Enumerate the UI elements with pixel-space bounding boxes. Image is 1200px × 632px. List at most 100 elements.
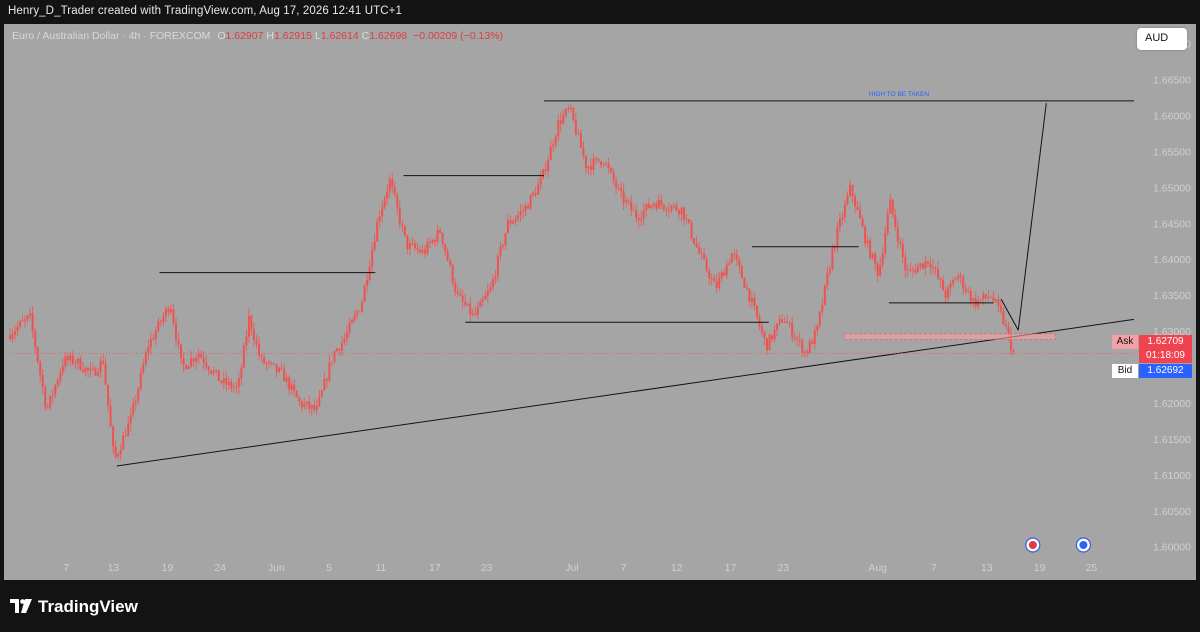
candle-body xyxy=(765,338,768,351)
candle-body xyxy=(894,214,897,228)
candle-body xyxy=(114,446,117,457)
candle-body xyxy=(979,299,982,301)
ask-tag: Ask 1.62709 xyxy=(1112,335,1192,349)
candle-body xyxy=(157,320,160,331)
candle-body xyxy=(343,338,346,343)
y-tick-label: 1.61500 xyxy=(1153,434,1191,446)
candle-body xyxy=(640,218,643,221)
candle-body xyxy=(645,203,648,211)
candle-body xyxy=(84,367,87,373)
candle-body xyxy=(491,279,494,288)
candle-body xyxy=(728,263,731,265)
candle-body xyxy=(192,358,195,362)
y-tick-label: 1.60500 xyxy=(1153,506,1191,518)
x-tick-label: 7 xyxy=(931,562,937,574)
projection-line xyxy=(1017,102,1047,331)
candle-body xyxy=(997,299,1000,306)
candle-body xyxy=(137,388,140,402)
candle-body xyxy=(758,317,761,327)
candle-body xyxy=(431,240,434,243)
candle-body xyxy=(265,363,268,365)
candle-body xyxy=(348,323,351,333)
candle-body xyxy=(247,315,250,337)
candle-body xyxy=(974,298,977,307)
candle-body xyxy=(896,227,899,242)
close-value: 1.62698 xyxy=(369,30,408,42)
candle-body xyxy=(469,303,472,315)
candle-body xyxy=(378,216,381,222)
candle-body xyxy=(919,263,922,267)
candle-body xyxy=(650,205,653,209)
candle-body xyxy=(235,386,238,388)
candle-body xyxy=(554,136,557,145)
footer-bar: TradingView xyxy=(0,580,1200,632)
candle-body xyxy=(333,351,336,362)
candle-body xyxy=(620,187,623,191)
candle-body xyxy=(36,347,39,362)
candle-body xyxy=(361,301,364,312)
candle-body xyxy=(884,233,887,254)
symbol-title: Euro / Australian Dollar · 4h · FOREXCOM xyxy=(12,30,211,42)
candle-body xyxy=(622,190,625,203)
x-tick-label: 11 xyxy=(375,562,386,574)
candle-body xyxy=(667,209,670,211)
candle-body xyxy=(461,295,464,302)
candle-body xyxy=(471,313,474,315)
candle-body xyxy=(916,266,919,273)
candle-body xyxy=(808,341,811,353)
candle-body xyxy=(288,377,291,390)
candle-body xyxy=(356,311,359,316)
candle-body xyxy=(39,361,42,375)
tradingview-logo[interactable]: TradingView xyxy=(10,597,138,617)
candle-body xyxy=(76,358,79,363)
candle-body xyxy=(700,253,703,254)
candle-body xyxy=(91,368,94,370)
x-tick-label: 23 xyxy=(777,562,789,574)
candle-body xyxy=(771,334,774,340)
candle-body xyxy=(921,263,924,269)
candle-body xyxy=(861,218,864,227)
candlestick-chart[interactable]: 1.670001.665001.660001.655001.650001.645… xyxy=(4,24,1196,580)
candle-body xyxy=(637,218,640,221)
candle-body xyxy=(250,315,253,330)
candle-body xyxy=(122,435,125,450)
candle-body xyxy=(942,279,945,291)
candle-body xyxy=(725,264,728,276)
x-tick-label: 17 xyxy=(429,562,441,574)
candle-body xyxy=(54,385,57,395)
candle-body xyxy=(813,330,816,345)
candle-body xyxy=(81,369,84,373)
candle-body xyxy=(59,372,62,381)
candle-body xyxy=(680,207,683,215)
candle-body xyxy=(280,367,283,369)
candle-body xyxy=(466,303,469,306)
candle-body xyxy=(984,294,987,298)
candle-body xyxy=(836,227,839,246)
candle-body xyxy=(464,301,467,306)
candle-body xyxy=(144,352,147,365)
candle-body xyxy=(602,164,605,165)
candle-body xyxy=(816,325,819,331)
y-tick-label: 1.66500 xyxy=(1153,75,1191,87)
candle-body xyxy=(627,200,630,202)
candle-body xyxy=(838,219,841,228)
candle-body xyxy=(217,370,220,382)
candle-body xyxy=(220,381,223,384)
candle-body xyxy=(109,405,112,427)
chart-area[interactable]: 1.670001.665001.660001.655001.650001.645… xyxy=(4,24,1196,580)
candle-body xyxy=(366,280,369,286)
currency-selector-button[interactable]: AUD xyxy=(1137,28,1187,50)
candle-body xyxy=(195,358,198,362)
x-tick-label: 19 xyxy=(1034,562,1046,574)
y-tick-label: 1.65000 xyxy=(1153,182,1191,194)
candle-body xyxy=(891,199,894,215)
candle-body xyxy=(411,243,414,245)
x-tick-label: 25 xyxy=(1085,562,1097,574)
candle-body xyxy=(232,387,235,389)
candle-body xyxy=(391,179,394,188)
x-tick-label: 5 xyxy=(326,562,332,574)
candle-body xyxy=(655,203,658,209)
candle-body xyxy=(605,163,608,165)
candle-body xyxy=(454,282,457,292)
candle-body xyxy=(969,290,972,302)
